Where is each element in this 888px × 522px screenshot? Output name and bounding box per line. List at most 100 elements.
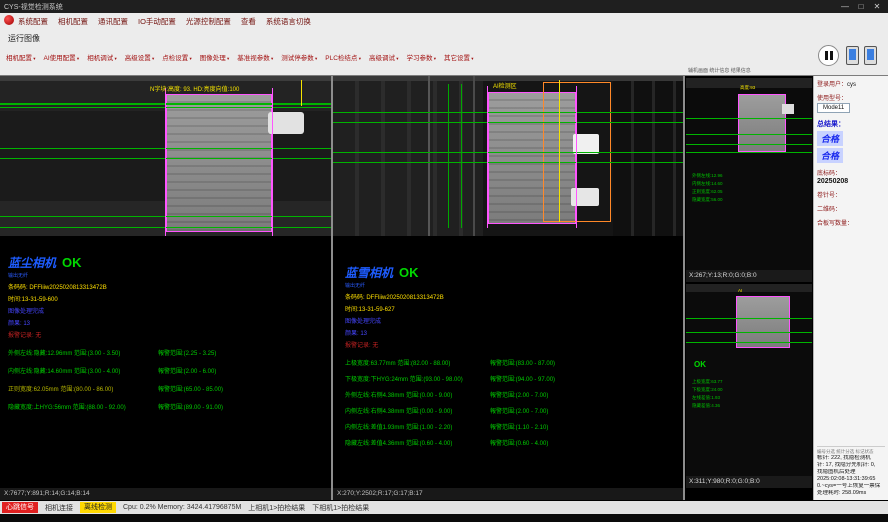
- view-divider: [331, 76, 333, 500]
- thumb-measure-line: 上极宽度:63.77: [692, 379, 723, 385]
- left-sub-label: 输出无纤: [8, 272, 327, 279]
- toolbar-camera-debug[interactable]: 相机调试: [87, 52, 117, 62]
- alarm-range: 報警范围:(2.25 - 3.25): [158, 348, 216, 357]
- measurement-row: 正则宽度:62.05mm 范围:(80.00 - 86.00)報警范围:(65.…: [8, 384, 327, 393]
- measurement-row: 下极宽度:下HYG:24mm 范围:(93.00 - 98.00)報警范围:(9…: [345, 374, 679, 383]
- toolbar-learning-params[interactable]: 学习参数: [406, 52, 436, 62]
- middle-time: 时间:13-31-59-627: [345, 304, 679, 313]
- upper-camera-result: 上相机1>拍检结果: [248, 503, 305, 513]
- offline-detect-badge[interactable]: 离线检测: [80, 502, 116, 513]
- pause-icon: [825, 51, 828, 60]
- overlay-line-vertical-pink: [576, 86, 577, 228]
- main-area: N字块:高度: 93. HD:亮度向值:100 蓝尘相机 OK 输出无纤 条码码…: [0, 75, 888, 501]
- machine-edge: [473, 76, 475, 236]
- close-button[interactable]: ✕: [870, 2, 884, 11]
- measurement-value: 内侧左线:右侧4.38mm 范围:(0.00 - 9.00): [345, 406, 490, 415]
- minimize-button[interactable]: —: [838, 2, 852, 11]
- menu-item-comm-config[interactable]: 通讯配置: [98, 16, 128, 27]
- menu-item-light-config[interactable]: 光源控制配置: [186, 16, 231, 27]
- overlay-line-horizontal: [686, 134, 812, 135]
- thumbnail-view-bottom[interactable]: AI OK 上极宽度:63.77 下极宽度:24.00 左线差值:1.93 隐藏…: [686, 284, 812, 476]
- middle-process-status: 图像处理完成: [345, 316, 679, 325]
- total-result-badge: 合格: [817, 131, 843, 146]
- overlay-line-vertical-yellow: [301, 80, 302, 106]
- toolbar-camera-config[interactable]: 相机配置: [6, 52, 36, 62]
- left-time: 时间:13-31-59-600: [8, 294, 327, 303]
- connector-tab: [268, 112, 304, 134]
- overlay-line-horizontal: [333, 152, 683, 153]
- left-barcode: 条码码: DFFliiw2025020813313472B: [8, 282, 327, 291]
- board-count-label: 合板写数量：: [817, 218, 885, 227]
- camera2-device-button[interactable]: [864, 46, 877, 65]
- measurement-row: 隐藏左线:差值4.36mm 范围:(0.60 - 4.00)報警范围:(0.60…: [345, 438, 679, 447]
- heartbeat-badge[interactable]: 心跳信号: [2, 502, 38, 513]
- roll-number-label: 卷针号：: [817, 190, 885, 199]
- thumb-overlay-text: 高度:93: [740, 85, 755, 91]
- maximize-button[interactable]: □: [854, 2, 868, 11]
- middle-alert: 报警记录: 无: [345, 340, 679, 349]
- middle-camera-scene: AI检测区: [333, 76, 683, 236]
- toolbar-ai-config[interactable]: AI使用配置: [44, 52, 80, 62]
- thumb2-pixel-coordinates: X:311;Y:980;R:0;G:0;B:0: [686, 476, 812, 488]
- thumb-ok-flag: OK: [694, 360, 706, 369]
- overlay-line-horizontal: [686, 318, 812, 319]
- menu-item-io-config[interactable]: IO手动配置: [138, 16, 176, 27]
- statistics-line: 2025:02:08-13:31:39:65: [817, 476, 885, 483]
- toolbar-image-process[interactable]: 图像处理: [200, 52, 230, 62]
- camera1-device-button[interactable]: [846, 46, 859, 65]
- window-title: CYS-视觉检测系统: [4, 2, 838, 12]
- camera-connection-status: 相机连接: [45, 503, 73, 513]
- measurement-value: 上极宽度:63.77mm 范围:(82.00 - 88.00): [345, 358, 490, 367]
- overlay-line-vertical-yellow: [559, 80, 560, 222]
- thumbnail-view-top[interactable]: 高度:93 外侧左线:12.96 内侧左线:14.60 正则宽度:62.05 隐…: [686, 78, 812, 270]
- left-camera-scene: N字块:高度: 93. HD:亮度向值:100: [0, 76, 331, 236]
- inspected-part: [736, 296, 790, 348]
- middle-camera-view[interactable]: AI检测区 蓝雪相机 OK 输出无纤 条码码: DFFliiw202502081…: [333, 76, 683, 488]
- toolbar-plc-node[interactable]: PLC检结点: [325, 52, 361, 62]
- measurement-value: 隐藏左线:差值4.36mm 范围:(0.60 - 4.00): [345, 438, 490, 447]
- status-bar: 心跳信号 相机连接 离线检测 Cpu: 0.2% Memory: 3424.41…: [0, 501, 888, 514]
- alarm-range: 報警范围:(94.00 - 97.00): [490, 374, 555, 383]
- measurement-row: 外侧左线:右侧4.38mm 范围:(0.00 - 9.00)報警范围:(2.00…: [345, 390, 679, 399]
- measurement-value: 内侧左线:隐藏:14.60mm 范围:(3.00 - 4.00): [8, 366, 158, 375]
- statistics-line: 帐针: 222, 找隐检测机: [817, 455, 885, 462]
- toolbar-baseline-params[interactable]: 基准视参数: [237, 52, 273, 62]
- overlay-line-horizontal: [686, 332, 812, 333]
- login-user-label: 登录用户：: [817, 82, 847, 88]
- left-result-block: 蓝尘相机 OK 输出无纤 条码码: DFFliiw202502081331347…: [8, 254, 327, 420]
- middle-camera-label: 蓝雪相机: [345, 264, 393, 281]
- statistics-header: 编号分选 统计分选 标记状态: [817, 446, 885, 455]
- machine-edge: [428, 76, 430, 236]
- menu-item-view[interactable]: 查看: [241, 16, 256, 27]
- device-screen-icon: [867, 49, 874, 60]
- header: 系统配置 相机配置 通讯配置 IO手动配置 光源控制配置 查看 系统语言切换 运…: [0, 13, 888, 75]
- menu-item-language[interactable]: 系统语言切换: [266, 16, 311, 27]
- menu-item-system-config[interactable]: 系统配置: [18, 16, 48, 27]
- toolbar-spot-check[interactable]: 点检设置: [162, 52, 192, 62]
- overlay-line-horizontal: [333, 112, 683, 113]
- overlay-line-vertical-pink: [165, 88, 166, 236]
- toolbar-other-settings[interactable]: 其它设置: [444, 52, 474, 62]
- info-panel: 登录用户：cys 使用型号： Mode11 总结果： 合格 合格 底标码： 20…: [813, 76, 888, 500]
- toolbar-test-params[interactable]: 测试停参数: [281, 52, 317, 62]
- measurement-row: 上极宽度:63.77mm 范围:(82.00 - 88.00)報警范围:(83.…: [345, 358, 679, 367]
- pause-button[interactable]: [818, 45, 839, 66]
- statistics-line: 找隐图机后处理: [817, 469, 885, 476]
- model-value-box[interactable]: Mode11: [817, 103, 850, 113]
- measurement-row: 外侧左线:隐藏:12.96mm 范围:(3.00 - 3.50)報警范围:(2.…: [8, 348, 327, 357]
- alarm-range: 報警范围:(2.00 - 7.00): [490, 406, 548, 415]
- thumb-column-header: 辅机画面 统计信息 结果信息: [688, 67, 751, 74]
- tab-run-image[interactable]: 运行图像: [8, 33, 40, 44]
- left-camera-label: 蓝尘相机: [8, 254, 56, 271]
- menu-item-camera-config[interactable]: 相机配置: [58, 16, 88, 27]
- menu-bar: 系统配置 相机配置 通讯配置 IO手动配置 光源控制配置 查看 系统语言切换: [18, 16, 311, 27]
- toolbar-advanced-settings[interactable]: 高级设置: [125, 52, 155, 62]
- toolbar-advanced-debug[interactable]: 高级调试: [369, 52, 399, 62]
- thumb-measure-line: 左线差值:1.93: [692, 395, 720, 401]
- overlay-line-horizontal: [686, 144, 812, 145]
- statistics-line: 处理耗时: 258.09ms: [817, 490, 885, 497]
- overlay-line-horizontal: [333, 122, 683, 123]
- left-camera-view[interactable]: N字块:高度: 93. HD:亮度向值:100 蓝尘相机 OK 输出无纤 条码码…: [0, 76, 331, 488]
- measurement-value: 内侧左线:差值1.93mm 范围:(1.00 - 2.20): [345, 422, 490, 431]
- machine-rail: [686, 284, 812, 292]
